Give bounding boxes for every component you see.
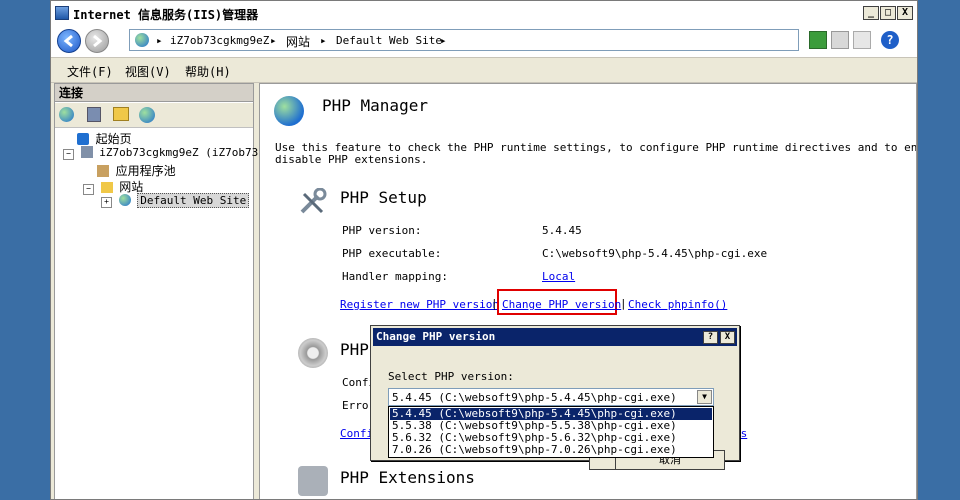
home-icon[interactable] — [853, 31, 871, 49]
expand-icon[interactable]: + — [101, 197, 112, 208]
back-button[interactable] — [57, 29, 81, 53]
breadcrumb-sites[interactable]: 网站 — [286, 33, 310, 50]
title-bar[interactable]: Internet 信息服务(IIS)管理器 _ □ X — [51, 1, 917, 28]
php-executable-label: PHP executable: — [342, 247, 442, 260]
breadcrumb-separator: ▸ — [320, 34, 327, 47]
disconnect-icon[interactable] — [139, 107, 155, 123]
connections-toolbar — [55, 103, 253, 128]
globe-icon — [135, 33, 149, 47]
handler-mapping-link[interactable]: Local — [542, 270, 575, 283]
minimize-button[interactable]: _ — [863, 6, 879, 20]
description-line-2: disable PHP extensions. — [275, 153, 428, 166]
php-manager-globe-icon — [274, 96, 304, 126]
refresh-icon[interactable] — [809, 31, 827, 49]
dialog-help-button[interactable]: ? — [703, 331, 718, 344]
tree-label: 网站 — [119, 180, 144, 194]
breadcrumb-separator: ▸ — [440, 34, 447, 47]
address-bar[interactable]: ▸ iZ7ob73cgkmg9eZ ▸ 网站 ▸ Default Web Sit… — [129, 29, 799, 51]
change-php-version-dialog: Change PHP version ? X Select PHP versio… — [370, 325, 740, 470]
sites-folder-icon — [100, 182, 113, 193]
dialog-close-button[interactable]: X — [720, 331, 735, 344]
settings-link-start[interactable]: Confi — [340, 427, 373, 440]
breadcrumb-default-web-site[interactable]: Default Web Site — [336, 34, 442, 47]
php-extensions-title: PHP Extensions — [340, 468, 475, 487]
start-page-icon — [77, 133, 89, 145]
tree-label: iZ7ob73cgkmg9eZ (iZ7ob73cg — [99, 146, 272, 159]
php-version-label: PHP version: — [342, 224, 422, 237]
help-icon[interactable]: ? — [881, 31, 899, 49]
connect-globe-icon[interactable] — [59, 107, 74, 122]
forward-button[interactable] — [85, 29, 109, 53]
tree-default-web-site[interactable]: + Default Web Site — [101, 193, 250, 208]
selected-version: 5.4.45 (C:\websoft9\php-5.4.45\php-cgi.e… — [392, 391, 677, 404]
tree-label: 应用程序池 — [115, 164, 176, 178]
collapse-icon[interactable]: − — [63, 149, 74, 160]
dialog-title-bar[interactable]: Change PHP version ? X — [373, 328, 737, 346]
page-title: PHP Manager — [322, 96, 428, 115]
iis-app-icon — [55, 6, 69, 20]
version-dropdown-list: 5.4.45 (C:\websoft9\php-5.4.45\php-cgi.e… — [388, 406, 714, 458]
php-settings-title: PHP — [340, 340, 369, 359]
register-php-link[interactable]: Register new PHP version — [340, 298, 499, 311]
dropdown-arrow-icon[interactable]: ▼ — [697, 390, 712, 404]
maximize-button[interactable]: □ — [880, 6, 896, 20]
php-version-select[interactable]: 5.4.45 (C:\websoft9\php-5.4.45\php-cgi.e… — [388, 388, 714, 406]
tree-label: 起始页 — [95, 132, 132, 146]
tree-server[interactable]: − iZ7ob73cgkmg9eZ (iZ7ob73cg — [63, 146, 271, 160]
save-icon[interactable] — [87, 107, 101, 122]
collapse-icon[interactable]: − — [83, 184, 94, 195]
server-icon — [80, 146, 93, 158]
menu-view[interactable]: 视图(V) — [125, 63, 171, 80]
menu-bar: 文件(F) 视图(V) 帮助(H) — [51, 57, 917, 83]
address-row: ▸ iZ7ob73cgkmg9eZ ▸ 网站 ▸ Default Web Sit… — [51, 27, 917, 57]
tree-label-selected: Default Web Site — [137, 193, 250, 208]
folder-icon[interactable] — [113, 107, 129, 121]
stop-icon[interactable] — [831, 31, 849, 49]
php-version-value: 5.4.45 — [542, 224, 582, 237]
php-executable-value: C:\websoft9\php-5.4.45\php-cgi.exe — [542, 247, 768, 260]
forward-arrow-icon — [93, 34, 103, 48]
tree-app-pools[interactable]: 应用程序池 — [97, 162, 176, 179]
extensions-puzzle-icon — [298, 466, 328, 496]
check-phpinfo-link[interactable]: Check phpinfo() — [628, 298, 727, 311]
change-php-version-link[interactable]: Change PHP version — [502, 298, 621, 311]
tree-sites[interactable]: − 网站 — [83, 178, 143, 195]
app-pools-icon — [97, 165, 109, 177]
tree-start-page[interactable]: 起始页 — [77, 130, 132, 147]
dialog-title: Change PHP version — [376, 330, 496, 343]
website-globe-icon — [118, 194, 131, 206]
select-version-label: Select PHP version: — [388, 370, 514, 383]
close-button[interactable]: X — [897, 6, 913, 20]
connections-pane: 连接 起始页 − iZ7ob73cgkmg9eZ (iZ7ob73cg 应用程序… — [54, 83, 271, 499]
php-setup-title: PHP Setup — [340, 188, 427, 207]
menu-help[interactable]: 帮助(H) — [185, 63, 231, 80]
breadcrumb-separator: ▸ — [270, 34, 277, 47]
breadcrumb-separator: ▸ — [156, 34, 163, 47]
connections-header: 连接 — [55, 84, 253, 102]
menu-file[interactable]: 文件(F) — [67, 63, 113, 80]
back-arrow-icon — [63, 34, 73, 48]
tools-icon — [298, 187, 328, 216]
window-title: Internet 信息服务(IIS)管理器 — [73, 8, 259, 22]
iis-manager-window: Internet 信息服务(IIS)管理器 _ □ X ▸ iZ7ob73cgk… — [50, 0, 918, 500]
breadcrumb-server[interactable]: iZ7ob73cgkmg9eZ — [170, 34, 269, 47]
version-option[interactable]: 7.0.26 (C:\websoft9\php-7.0.26\php-cgi.e… — [390, 444, 712, 456]
handler-mapping-label: Handler mapping: — [342, 270, 448, 283]
link-separator: | — [620, 297, 627, 310]
settings-gear-icon — [298, 338, 328, 368]
